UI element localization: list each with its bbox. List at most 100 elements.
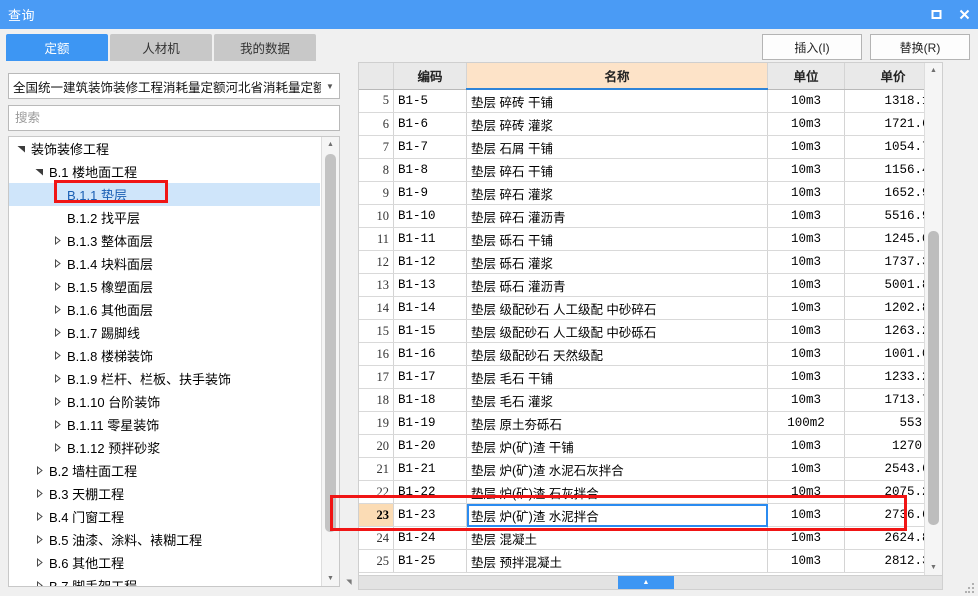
tree-item[interactable]: B.7 脚手架工程 — [9, 574, 320, 586]
cell-code[interactable]: B1-5 — [393, 89, 467, 113]
cell-index[interactable]: 6 — [359, 112, 394, 136]
maximize-icon[interactable] — [922, 0, 950, 29]
cell-name[interactable]: 垫层 碎砖 灌浆 — [466, 112, 768, 136]
tree-item[interactable]: 装饰装修工程 — [9, 137, 320, 160]
tree-scroll-thumb[interactable] — [325, 154, 336, 532]
tree-scroll-down-icon[interactable]: ▼ — [322, 571, 339, 586]
cell-name[interactable]: 垫层 砾石 灌沥青 — [466, 273, 768, 297]
cell-index[interactable]: 13 — [359, 273, 394, 297]
cell-index[interactable]: 23 — [359, 503, 394, 527]
table-row[interactable]: 10 B1-10 垫层 碎石 灌沥青 10m3 5516.94 — [359, 204, 942, 228]
tree-item[interactable]: B.6 其他工程 — [9, 551, 320, 574]
cell-unit[interactable]: 10m3 — [767, 89, 845, 113]
table-row[interactable]: 14 B1-14 垫层 级配砂石 人工级配 中砂碎石 10m3 1202.88 — [359, 296, 942, 320]
splitter-collapse-icon[interactable]: ◥ — [342, 575, 356, 588]
column-header-name[interactable]: 名称 — [466, 63, 768, 90]
tree-item[interactable]: B.1.5 橡塑面层 — [9, 275, 320, 298]
cell-index[interactable]: 11 — [359, 227, 394, 251]
cell-index[interactable]: 25 — [359, 549, 394, 573]
table-row[interactable]: 7 B1-7 垫层 石屑 干铺 10m3 1054.74 — [359, 135, 942, 159]
cell-name[interactable]: 垫层 碎砖 干铺 — [466, 89, 768, 113]
cell-index[interactable]: 9 — [359, 181, 394, 205]
tree-collapsed-icon[interactable] — [51, 282, 64, 291]
tree-item[interactable]: B.1.11 零星装饰 — [9, 413, 320, 436]
cell-unit[interactable]: 10m3 — [767, 158, 845, 182]
cell-name[interactable]: 垫层 原土夯砾石 — [466, 411, 768, 435]
cell-name[interactable]: 垫层 混凝土 — [466, 526, 768, 550]
tree-item[interactable]: B.3 天棚工程 — [9, 482, 320, 505]
cell-unit[interactable]: 10m3 — [767, 296, 845, 320]
cell-code[interactable]: B1-21 — [393, 457, 467, 481]
cell-code[interactable]: B1-7 — [393, 135, 467, 159]
cell-name[interactable]: 垫层 碎石 灌浆 — [466, 181, 768, 205]
cell-index[interactable]: 17 — [359, 365, 394, 389]
cell-code[interactable]: B1-9 — [393, 181, 467, 205]
table-row[interactable]: 20 B1-20 垫层 炉(矿)渣 干铺 10m3 1270.8 — [359, 434, 942, 458]
tree-item[interactable]: B.1.8 楼梯装饰 — [9, 344, 320, 367]
tree-collapsed-icon[interactable] — [33, 581, 46, 586]
cell-name[interactable]: 垫层 炉(矿)渣 干铺 — [466, 434, 768, 458]
table-row[interactable]: 16 B1-16 垫层 级配砂石 天然级配 10m3 1001.03 — [359, 342, 942, 366]
tab-rencaiji[interactable]: 人材机 — [110, 34, 212, 61]
column-header-unit[interactable]: 单位 — [767, 63, 845, 90]
tree-item[interactable]: B.1.3 整体面层 — [9, 229, 320, 252]
cell-name[interactable]: 垫层 毛石 灌浆 — [466, 388, 768, 412]
table-scroll-thumb[interactable] — [928, 231, 939, 525]
table-row[interactable]: 22 B1-22 垫层 炉(矿)渣 石灰拌合 10m3 2075.21 — [359, 480, 942, 504]
cell-name[interactable]: 垫层 炉(矿)渣 石灰拌合 — [466, 480, 768, 504]
cell-name[interactable]: 垫层 级配砂石 人工级配 中砂砾石 — [466, 319, 768, 343]
tree-collapsed-icon[interactable] — [51, 305, 64, 314]
cell-unit[interactable]: 10m3 — [767, 135, 845, 159]
cell-code[interactable]: B1-20 — [393, 434, 467, 458]
cell-name[interactable]: 垫层 砾石 灌浆 — [466, 250, 768, 274]
tree-collapsed-icon[interactable] — [51, 328, 64, 337]
cell-index[interactable]: 7 — [359, 135, 394, 159]
table-row[interactable]: 13 B1-13 垫层 砾石 灌沥青 10m3 5001.88 — [359, 273, 942, 297]
cell-name[interactable]: 垫层 毛石 干铺 — [466, 365, 768, 389]
tree-collapsed-icon[interactable] — [51, 236, 64, 245]
cell-code[interactable]: B1-11 — [393, 227, 467, 251]
tree-item[interactable]: B.1 楼地面工程 — [9, 160, 320, 183]
tree-collapsed-icon[interactable] — [51, 443, 64, 452]
cell-index[interactable]: 12 — [359, 250, 394, 274]
cell-unit[interactable]: 10m3 — [767, 227, 845, 251]
tree-item[interactable]: B.1.4 块料面层 — [9, 252, 320, 275]
tree-item[interactable]: B.2 墙柱面工程 — [9, 459, 320, 482]
cell-code[interactable]: B1-6 — [393, 112, 467, 136]
cell-unit[interactable]: 10m3 — [767, 434, 845, 458]
table-scrollbar[interactable]: ▲ ▼ — [924, 63, 942, 575]
cell-code[interactable]: B1-24 — [393, 526, 467, 550]
cell-name[interactable]: 垫层 碎石 干铺 — [466, 158, 768, 182]
tree-item[interactable]: B.1.9 栏杆、栏板、扶手装饰 — [9, 367, 320, 390]
tree-collapsed-icon[interactable] — [51, 397, 64, 406]
cell-index[interactable]: 20 — [359, 434, 394, 458]
tree-collapsed-icon[interactable] — [33, 489, 46, 498]
tree-scroll-up-icon[interactable]: ▲ — [322, 137, 339, 152]
tree-collapsed-icon[interactable] — [51, 351, 64, 360]
tree-collapsed-icon[interactable] — [33, 558, 46, 567]
cell-name[interactable]: 垫层 炉(矿)渣 水泥石灰拌合 — [466, 457, 768, 481]
replace-button[interactable]: 替换(R) — [870, 34, 970, 60]
cell-unit[interactable]: 10m3 — [767, 181, 845, 205]
chevron-down-icon[interactable]: ▼ — [321, 82, 339, 91]
cell-name[interactable]: 垫层 炉(矿)渣 水泥拌合 — [466, 503, 768, 527]
cell-unit[interactable]: 100m2 — [767, 411, 845, 435]
horizontal-splitter[interactable]: ▲ — [358, 575, 943, 590]
table-row[interactable]: 23 B1-23 垫层 炉(矿)渣 水泥拌合 10m3 2736.69 — [359, 503, 942, 527]
tree-collapsed-icon[interactable] — [51, 420, 64, 429]
cell-unit[interactable]: 10m3 — [767, 388, 845, 412]
tree-item[interactable]: B.1.12 预拌砂浆 — [9, 436, 320, 459]
cell-code[interactable]: B1-17 — [393, 365, 467, 389]
tree-collapsed-icon[interactable] — [51, 374, 64, 383]
tree-scrollbar[interactable]: ▲ ▼ — [321, 137, 339, 586]
table-row[interactable]: 9 B1-9 垫层 碎石 灌浆 10m3 1652.99 — [359, 181, 942, 205]
tree-collapsed-icon[interactable] — [51, 259, 64, 268]
tab-my-data[interactable]: 我的数据 — [214, 34, 316, 61]
cell-unit[interactable]: 10m3 — [767, 503, 845, 527]
tab-dinge[interactable]: 定额 — [6, 34, 108, 61]
resize-grip-icon[interactable] — [965, 583, 975, 593]
cell-unit[interactable]: 10m3 — [767, 342, 845, 366]
cell-code[interactable]: B1-22 — [393, 480, 467, 504]
table-scroll-up-icon[interactable]: ▲ — [925, 63, 942, 78]
cell-name[interactable]: 垫层 预拌混凝土 — [466, 549, 768, 573]
